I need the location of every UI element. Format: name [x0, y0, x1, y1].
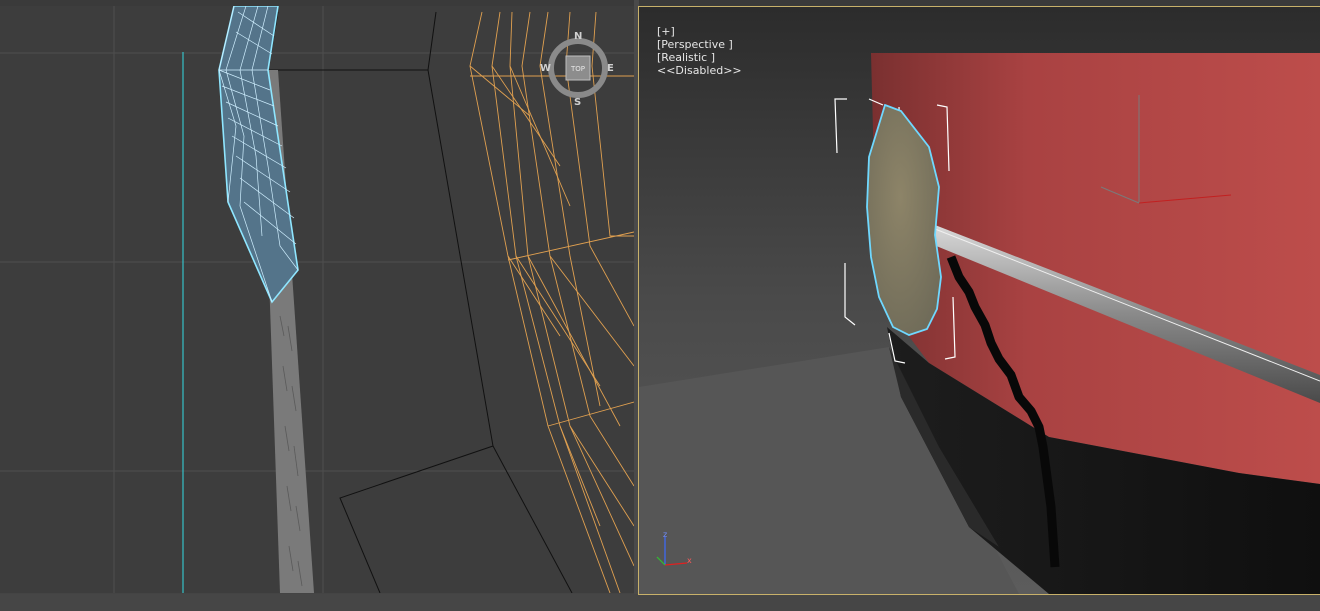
top-viewport-scene[interactable]: [0, 6, 634, 593]
perspective-viewport-scene[interactable]: z x: [639, 7, 1320, 594]
viewcube-east[interactable]: E: [607, 63, 614, 74]
viewport-disabled-status[interactable]: <<Disabled>>: [657, 64, 742, 77]
perspective-viewport[interactable]: z x [+] [Perspective ] [Realistic ] <<Di…: [638, 6, 1320, 595]
viewcube-north[interactable]: N: [574, 31, 582, 42]
viewcube-west[interactable]: W: [540, 63, 551, 74]
axis-x-label: x: [687, 556, 692, 565]
viewport-label: [+] [Perspective ] [Realistic ] <<Disabl…: [643, 12, 744, 90]
viewcube-face-top[interactable]: TOP: [571, 65, 585, 73]
viewcube-south[interactable]: S: [574, 97, 581, 108]
viewport-shading-menu[interactable]: [Realistic ]: [657, 51, 715, 64]
axis-z-label: z: [663, 530, 667, 539]
selected-object[interactable]: [218, 6, 299, 304]
viewport-plus-menu[interactable]: [+]: [657, 25, 675, 38]
top-viewport[interactable]: N S W E TOP: [0, 6, 634, 593]
viewport-point-of-view-menu[interactable]: [Perspective ]: [657, 38, 733, 51]
viewcube[interactable]: N S W E TOP: [540, 30, 614, 110]
hull-outline: [267, 11, 573, 593]
bottom-strip: [0, 594, 1320, 611]
